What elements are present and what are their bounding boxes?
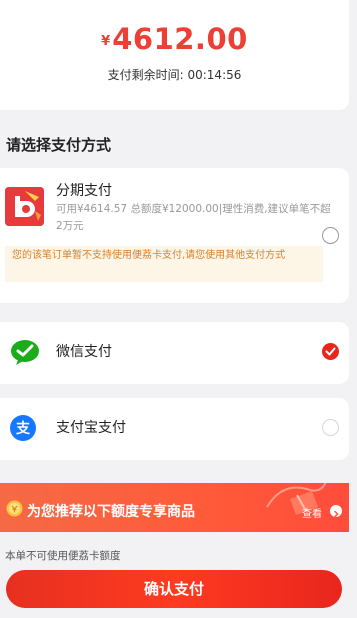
payment-amount: ¥4612.00 [0,22,349,56]
section-title: 请选择支付方式 [6,136,112,154]
payment-amount-card: ¥4612.00 支付剩余时间: 00:14:56 [0,0,349,110]
coin-icon [6,500,23,517]
installment-credit-info: 可用¥4614.57 总额度¥12000.00|理性消费,建议单笔不超2万元 [56,203,331,232]
installment-radio[interactable] [322,227,339,244]
payment-method-installment[interactable]: 分期支付 可用¥4614.57 总额度¥12000.00|理性消费,建议单笔不超… [0,168,349,303]
chevron-right-icon[interactable] [330,505,342,518]
alipay-name: 支付宝支付 [56,420,126,436]
installment-name: 分期支付 [56,183,112,199]
payment-countdown: 支付剩余时间: 00:14:56 [0,66,349,83]
promo-banner[interactable]: 为您推荐以下额度专享商品 查看 [0,483,349,532]
payment-method-wechat[interactable]: 微信支付 [0,322,349,384]
countdown-value: 00:14:56 [187,68,242,82]
wechat-radio-checked[interactable] [322,343,339,360]
wechat-pay-icon [10,338,40,366]
alipay-icon: 支 [10,415,36,441]
currency-symbol: ¥ [101,34,111,49]
confirm-pay-button[interactable]: 确认支付 [6,570,342,608]
wechat-name: 微信支付 [56,344,112,360]
countdown-label: 支付剩余时间: [107,68,184,82]
alipay-radio[interactable] [322,419,339,436]
installment-warning: 您的该笔订单暂不支持使用便荔卡支付,请您使用其他支付方式 [5,246,323,282]
installment-logo-icon [5,187,44,226]
svg-text:支: 支 [15,420,31,437]
promo-view-link[interactable]: 查看 [302,505,322,520]
promo-title: 为您推荐以下额度专享商品 [27,504,195,520]
credit-note: 本单不可使用便荔卡额度 [5,550,121,562]
amount-value: 4612.00 [112,22,248,56]
payment-method-alipay[interactable]: 支 支付宝支付 [0,398,349,460]
